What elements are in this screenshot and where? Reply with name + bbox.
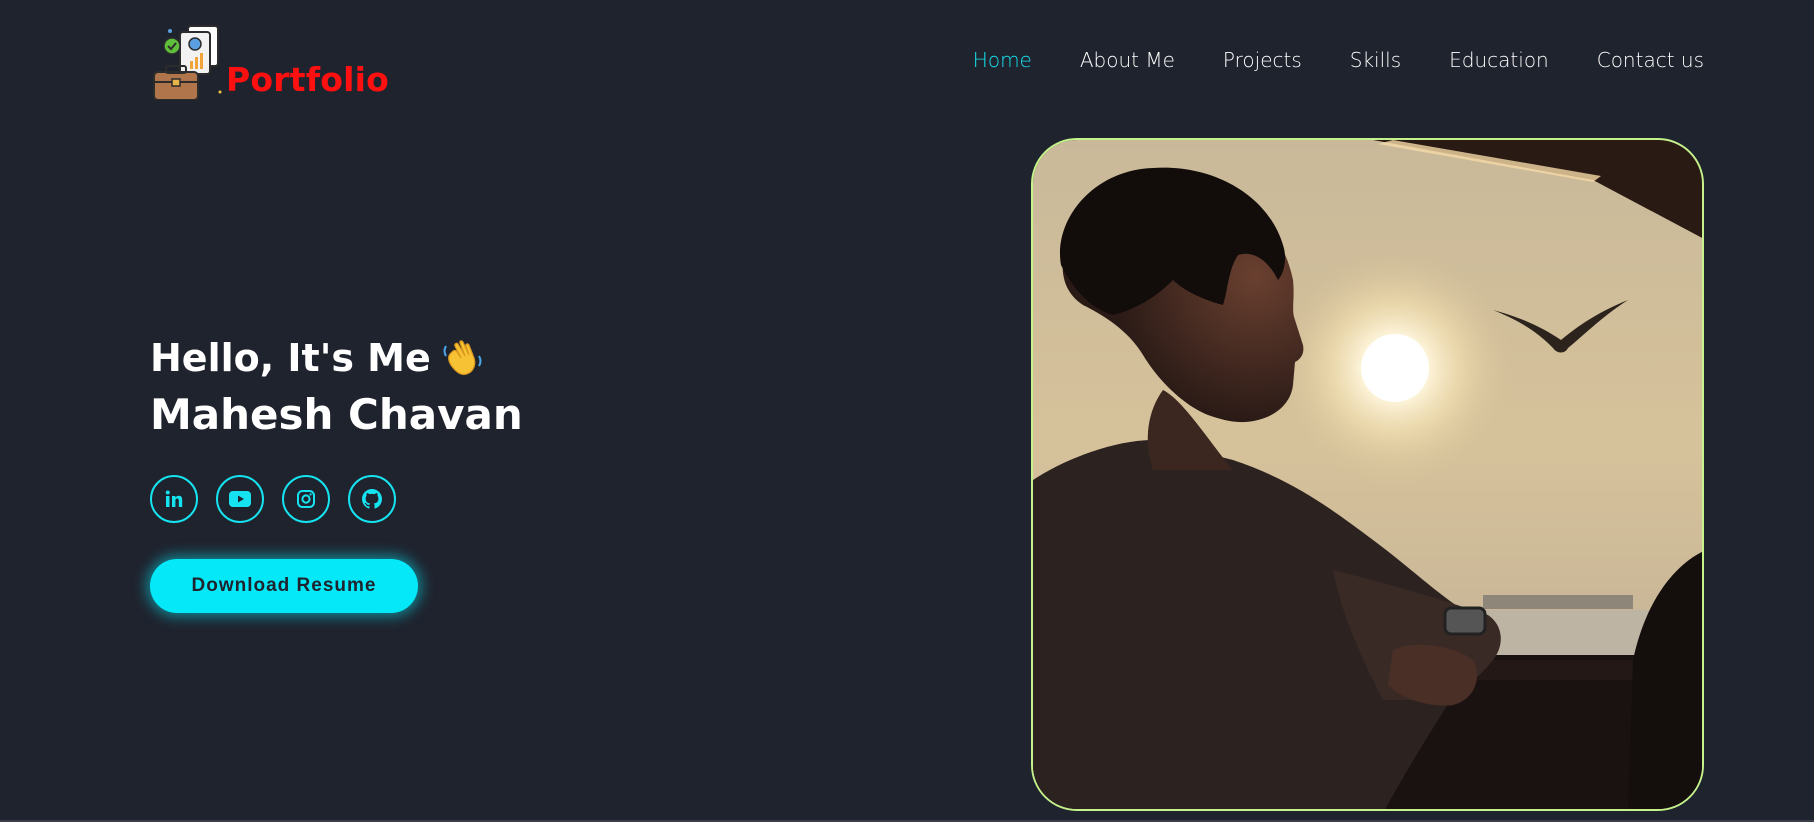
briefcase-document-icon bbox=[150, 20, 226, 101]
greeting-line: Hello, It's Me bbox=[150, 336, 523, 380]
nav-contact-us[interactable]: Contact us bbox=[1597, 48, 1704, 72]
site-logo[interactable]: Portfolio bbox=[150, 20, 390, 101]
profile-photo bbox=[1031, 138, 1704, 811]
nav-home[interactable]: Home bbox=[973, 48, 1032, 72]
download-resume-button[interactable]: Download Resume bbox=[150, 559, 418, 613]
hero-section: Hello, It's Me Mahesh Chavan Download Re… bbox=[150, 336, 523, 613]
youtube-icon[interactable] bbox=[216, 475, 264, 523]
logo-text: Portfolio bbox=[226, 60, 390, 99]
person-name: Mahesh Chavan bbox=[150, 390, 523, 439]
portfolio-page: Portfolio Home About Me Projects Skills … bbox=[0, 0, 1814, 822]
linkedin-icon[interactable] bbox=[150, 475, 198, 523]
nav-education[interactable]: Education bbox=[1449, 48, 1549, 72]
github-icon[interactable] bbox=[348, 475, 396, 523]
nav-about-me[interactable]: About Me bbox=[1080, 48, 1175, 72]
greeting-text: Hello, It's Me bbox=[150, 336, 431, 380]
nav-skills[interactable]: Skills bbox=[1350, 48, 1401, 72]
nav-projects[interactable]: Projects bbox=[1223, 48, 1302, 72]
instagram-icon[interactable] bbox=[282, 475, 330, 523]
social-links bbox=[150, 475, 523, 523]
waving-hand-icon bbox=[441, 336, 485, 380]
main-nav: Home About Me Projects Skills Education … bbox=[925, 48, 1704, 72]
